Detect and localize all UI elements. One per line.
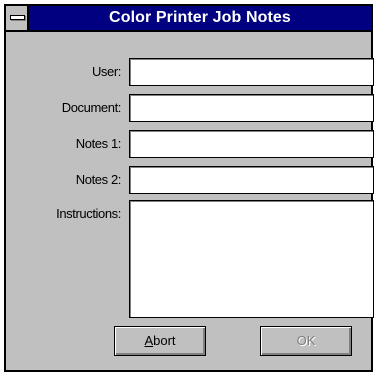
user-label: User: xyxy=(91,64,121,79)
job-notes-dialog: Color Printer Job Notes User: Document: … xyxy=(4,4,374,372)
abort-label-rest: bort xyxy=(153,333,176,348)
abort-mnemonic: A xyxy=(144,333,154,348)
document-label: Document: xyxy=(61,100,122,115)
system-menu-icon[interactable] xyxy=(6,6,29,30)
notes2-label-wrap: Notes 2: xyxy=(6,172,122,192)
abort-button[interactable]: Abort xyxy=(114,326,206,356)
window-title: Color Printer Job Notes xyxy=(109,9,291,26)
document-field[interactable] xyxy=(129,94,374,122)
ok-button[interactable]: OK xyxy=(260,326,352,356)
notes1-field[interactable] xyxy=(129,130,374,158)
user-field[interactable] xyxy=(129,58,374,86)
instructions-label-wrap: Instructions: xyxy=(6,206,121,226)
title-bar[interactable]: Color Printer Job Notes xyxy=(6,6,371,32)
document-label-wrap: Document: xyxy=(6,100,122,120)
notes2-field[interactable] xyxy=(129,166,374,194)
notes2-label: Notes 2: xyxy=(75,172,122,187)
notes1-label: Notes 1: xyxy=(75,136,122,151)
instructions-field[interactable] xyxy=(129,200,374,318)
instructions-label: Instructions: xyxy=(56,206,121,221)
ok-label: OK xyxy=(296,333,316,348)
system-menu-bar xyxy=(10,15,25,20)
notes1-label-wrap: Notes 1: xyxy=(6,136,122,156)
user-label-wrap: User: xyxy=(6,64,121,84)
